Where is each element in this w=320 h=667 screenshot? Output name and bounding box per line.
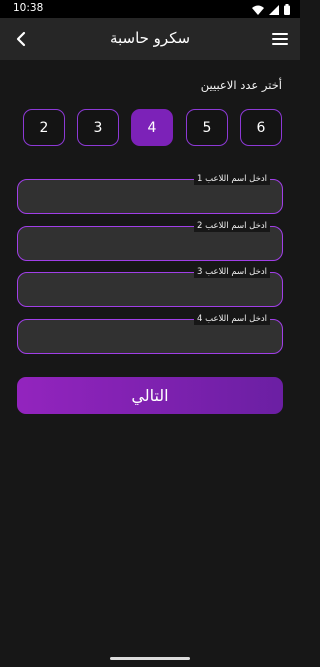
- player-count-option-3[interactable]: 3: [77, 109, 119, 146]
- status-time: 10:38: [13, 2, 44, 14]
- app-title: سكرو حاسبة: [109, 29, 191, 47]
- next-button[interactable]: التالي: [17, 377, 283, 414]
- player-3-field: ادخل اسم اللاعب 3: [17, 267, 283, 307]
- signal-icon: [269, 0, 279, 19]
- menu-button[interactable]: [268, 27, 292, 51]
- hamburger-menu-icon: [272, 33, 288, 45]
- player-4-label: ادخل اسم اللاعب 4: [194, 314, 270, 325]
- app-bar: سكرو حاسبة: [0, 18, 300, 60]
- player-count-label: أختر عدد الاعبيين: [200, 78, 282, 92]
- player-count-option-5[interactable]: 5: [186, 109, 228, 146]
- player-4-field: ادخل اسم اللاعب 4: [17, 314, 283, 354]
- player-2-label: ادخل اسم اللاعب 2: [194, 221, 270, 232]
- player-1-label: ادخل اسم اللاعب 1: [194, 174, 270, 185]
- wifi-icon: [252, 0, 264, 19]
- player-2-field: ادخل اسم اللاعب 2: [17, 221, 283, 261]
- player-3-label: ادخل اسم اللاعب 3: [194, 267, 270, 278]
- status-bar: 10:38: [0, 0, 300, 18]
- home-indicator[interactable]: [110, 657, 190, 660]
- status-icons: [252, 3, 290, 15]
- player-1-field: ادخل اسم اللاعب 1: [17, 174, 283, 214]
- player-count-option-6[interactable]: 6: [240, 109, 282, 146]
- player-count-option-4[interactable]: 4: [131, 109, 173, 146]
- battery-icon: [284, 0, 290, 19]
- player-count-option-2[interactable]: 2: [23, 109, 65, 146]
